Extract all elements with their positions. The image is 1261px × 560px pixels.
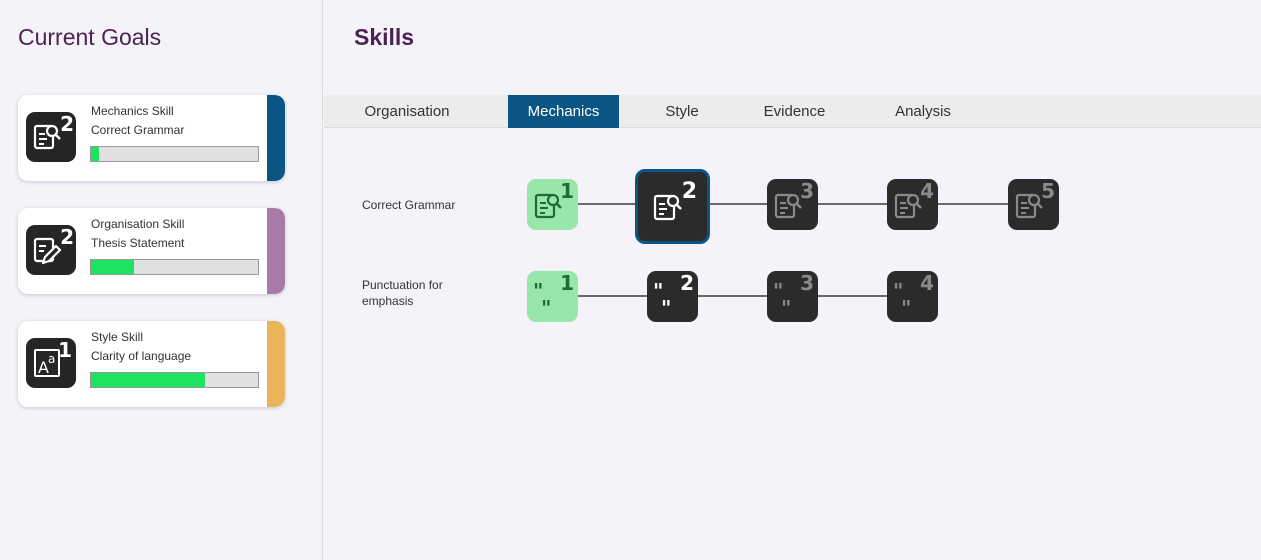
tab-organisation[interactable]: Organisation	[346, 95, 468, 128]
current-goals-title: Current Goals	[18, 24, 162, 50]
skill-level-node-locked[interactable]: 3	[767, 179, 818, 230]
goal-accent-strip	[267, 208, 285, 294]
goal-progress-fill	[91, 147, 100, 161]
goal-skill-name: Style Skill	[91, 330, 144, 344]
skills-title: Skills	[354, 24, 415, 50]
skill-row-label: Punctuation for emphasis	[362, 278, 443, 308]
skill-level-node-locked[interactable]: " " 3	[767, 271, 818, 322]
skill-level-node-selected[interactable]: 2	[635, 169, 710, 244]
skill-track-line	[552, 295, 914, 297]
skill-level-node-locked[interactable]: 5	[1008, 179, 1059, 230]
level-number: 1	[560, 179, 574, 203]
skill-row-label: Correct Grammar	[362, 198, 456, 212]
svg-text:": "	[901, 296, 911, 320]
goal-level-number: 1	[58, 338, 72, 362]
goal-progress-fill	[91, 373, 205, 387]
current-goals-panel: Current Goals 2 Mechanics Skill Correct …	[0, 0, 323, 560]
goal-name: Thesis Statement	[91, 236, 185, 250]
thesis-edit-icon: 2	[26, 225, 76, 275]
skill-level-node-locked[interactable]: " " 2	[647, 271, 698, 322]
level-number: 5	[1041, 179, 1055, 203]
level-number: 4	[920, 271, 934, 295]
svg-text:": "	[781, 296, 791, 320]
level-number: 1	[560, 271, 574, 295]
goal-name: Clarity of language	[91, 349, 192, 363]
goal-card-style[interactable]: A a 1 Style Skill Clarity of language	[18, 321, 285, 407]
skill-level-node-completed[interactable]: " " 1	[527, 271, 578, 322]
skill-level-node-locked[interactable]: " " 4	[887, 271, 938, 322]
svg-text:": "	[541, 296, 551, 320]
svg-text:": "	[661, 296, 671, 320]
level-number: 2	[681, 179, 697, 204]
goal-progress-bar	[90, 372, 259, 388]
tab-evidence[interactable]: Evidence	[752, 95, 837, 128]
goal-skill-name: Organisation Skill	[91, 217, 185, 231]
language-clarity-icon: A a 1	[26, 338, 76, 388]
level-number: 3	[800, 179, 814, 203]
level-number: 2	[680, 271, 694, 295]
tab-analysis[interactable]: Analysis	[880, 95, 966, 128]
level-number: 4	[920, 179, 934, 203]
goal-progress-fill	[91, 260, 135, 274]
tab-style[interactable]: Style	[642, 95, 722, 128]
level-number: 3	[800, 271, 814, 295]
goal-card-organisation[interactable]: 2 Organisation Skill Thesis Statement	[18, 208, 285, 294]
goal-name: Correct Grammar	[91, 123, 185, 137]
skill-level-node-completed[interactable]: 1	[527, 179, 578, 230]
goal-skill-name: Mechanics Skill	[91, 104, 174, 118]
goal-progress-bar	[90, 259, 259, 275]
goal-level-number: 2	[60, 225, 74, 249]
grammar-search-icon: 2	[26, 112, 76, 162]
skills-tab-bar: Organisation Mechanics Style Evidence An…	[324, 95, 1261, 128]
goal-progress-bar	[90, 146, 259, 162]
tab-mechanics[interactable]: Mechanics	[508, 95, 619, 128]
svg-text:a: a	[48, 352, 55, 366]
goal-card-mechanics[interactable]: 2 Mechanics Skill Correct Grammar	[18, 95, 285, 181]
goal-level-number: 2	[60, 112, 74, 136]
goal-accent-strip	[267, 321, 285, 407]
skill-level-node-locked[interactable]: 4	[887, 179, 938, 230]
goal-accent-strip	[267, 95, 285, 181]
